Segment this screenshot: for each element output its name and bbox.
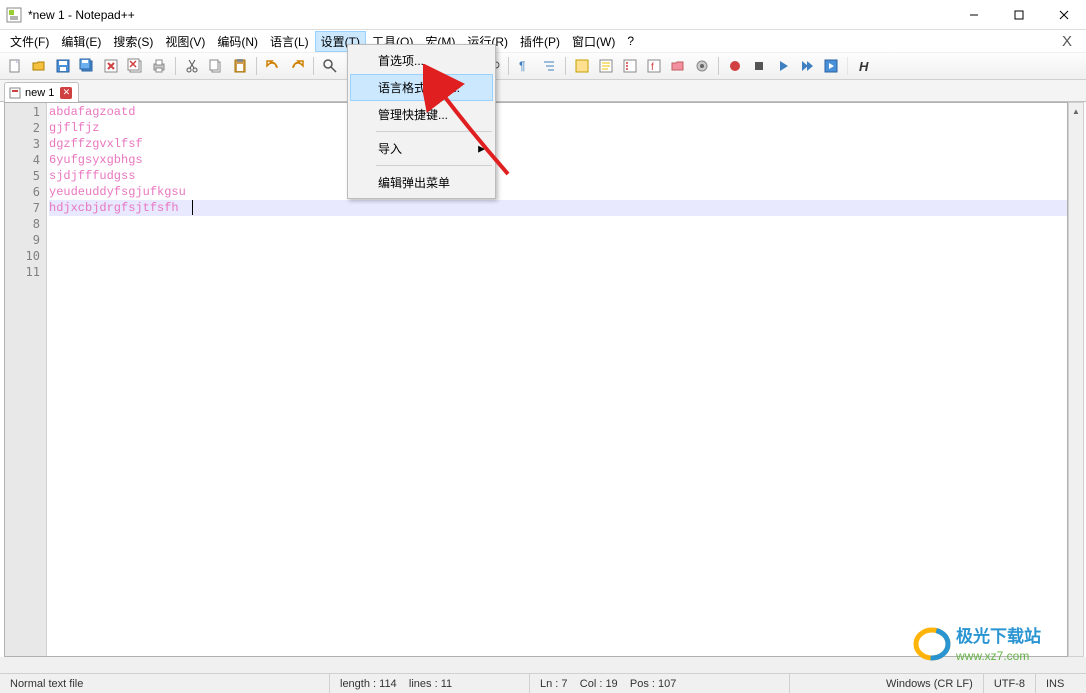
menu-style-configurator[interactable]: 语言格式设置... [350, 74, 493, 101]
menu-file[interactable]: 文件(F) [4, 31, 55, 52]
editor-area[interactable]: 1 2 3 4 5 6 7 8 9 10 11 abdafagzoatd gjf… [4, 102, 1068, 657]
svg-text:¶: ¶ [519, 59, 525, 73]
code-line: yeudeuddyfsgjufkgsu [49, 184, 1067, 200]
redo-icon[interactable] [286, 55, 308, 77]
save-all-icon[interactable] [76, 55, 98, 77]
menu-separator [376, 131, 492, 132]
code-line: sjdjfffudgss [49, 168, 1067, 184]
menu-encoding[interactable]: 编码(N) [211, 31, 264, 52]
svg-text:H: H [859, 59, 869, 74]
record-macro-icon[interactable] [724, 55, 746, 77]
close-file-icon[interactable] [100, 55, 122, 77]
text-caret [192, 200, 193, 215]
status-eol: Windows (CR LF) [876, 674, 984, 693]
status-filetype: Normal text file [0, 674, 330, 693]
status-bar: Normal text file length : 114 lines : 11… [0, 673, 1086, 693]
title-bar: *new 1 - Notepad++ [0, 0, 1086, 30]
menu-window[interactable]: 窗口(W) [566, 31, 621, 52]
menu-view[interactable]: 视图(V) [159, 31, 211, 52]
save-icon[interactable] [52, 55, 74, 77]
code-line: abdafagzoatd [49, 104, 1067, 120]
play-multi-icon[interactable] [796, 55, 818, 77]
status-insert-mode: INS [1036, 674, 1086, 693]
func-list-icon[interactable]: f [643, 55, 665, 77]
tab-bar: new 1 ✕ [0, 80, 1086, 102]
menu-search[interactable]: 搜索(S) [107, 31, 159, 52]
paste-icon[interactable] [229, 55, 251, 77]
tab-label: new 1 [25, 87, 54, 99]
svg-text:f: f [651, 62, 654, 73]
settings-dropdown: 首选项... 语言格式设置... 管理快捷键... 导入 ▶ 编辑弹出菜单 [347, 44, 496, 199]
menu-bar: 文件(F) 编辑(E) 搜索(S) 视图(V) 编码(N) 语言(L) 设置(T… [0, 30, 1086, 52]
status-length-lines: length : 114 lines : 11 [330, 674, 530, 693]
bottom-spacer [0, 657, 1086, 673]
save-macro-icon[interactable] [820, 55, 842, 77]
doc-list-icon[interactable] [619, 55, 641, 77]
menu-separator [376, 165, 492, 166]
close-button[interactable] [1041, 0, 1086, 29]
code-line: 6yufgsyxgbhgs [49, 152, 1067, 168]
code-line-current: hdjxcbjdrgfsjtfsfh [49, 200, 1067, 216]
copy-icon[interactable] [205, 55, 227, 77]
code-line: gjflfjz [49, 120, 1067, 136]
status-cursor: Ln : 7 Col : 19 Pos : 107 [530, 674, 790, 693]
monitoring-icon[interactable] [691, 55, 713, 77]
app-icon [6, 7, 22, 23]
doc-map-icon[interactable] [595, 55, 617, 77]
menu-close-doc[interactable]: X [1052, 33, 1082, 50]
print-icon[interactable] [148, 55, 170, 77]
vertical-scrollbar[interactable]: ▲ [1068, 102, 1084, 657]
menu-shortcut-mapper[interactable]: 管理快捷键... [350, 101, 493, 128]
cut-icon[interactable] [181, 55, 203, 77]
doc-modified-icon [9, 87, 21, 99]
bold-h-icon[interactable]: H [853, 55, 875, 77]
indent-guide-icon[interactable] [538, 55, 560, 77]
menu-language[interactable]: 语言(L) [264, 31, 315, 52]
toolbar: ¶ f H [0, 52, 1086, 80]
scroll-up-icon[interactable]: ▲ [1069, 103, 1083, 119]
menu-help[interactable]: ? [621, 32, 640, 50]
code-line: dgzffzgvxlfsf [49, 136, 1067, 152]
maximize-button[interactable] [996, 0, 1041, 29]
open-file-icon[interactable] [28, 55, 50, 77]
menu-plugins[interactable]: 插件(P) [514, 31, 566, 52]
window-controls [951, 0, 1086, 29]
show-all-chars-icon[interactable]: ¶ [514, 55, 536, 77]
line-number-gutter: 1 2 3 4 5 6 7 8 9 10 11 [5, 103, 47, 656]
menu-edit[interactable]: 编辑(E) [55, 31, 107, 52]
new-file-icon[interactable] [4, 55, 26, 77]
chevron-right-icon: ▶ [478, 143, 485, 154]
window-title: *new 1 - Notepad++ [28, 8, 951, 22]
minimize-button[interactable] [951, 0, 996, 29]
menu-preferences[interactable]: 首选项... [350, 47, 493, 74]
close-all-icon[interactable] [124, 55, 146, 77]
status-encoding: UTF-8 [984, 674, 1036, 693]
udl-icon[interactable] [571, 55, 593, 77]
stop-macro-icon[interactable] [748, 55, 770, 77]
undo-icon[interactable] [262, 55, 284, 77]
folder-workspace-icon[interactable] [667, 55, 689, 77]
play-macro-icon[interactable] [772, 55, 794, 77]
code-content[interactable]: abdafagzoatd gjflfjz dgzffzgvxlfsf 6yufg… [47, 103, 1067, 656]
menu-import[interactable]: 导入 ▶ [350, 135, 493, 162]
tab-close-icon[interactable]: ✕ [60, 87, 72, 99]
menu-edit-popup[interactable]: 编辑弹出菜单 [350, 169, 493, 196]
tab-new-1[interactable]: new 1 ✕ [4, 82, 79, 102]
find-icon[interactable] [319, 55, 341, 77]
